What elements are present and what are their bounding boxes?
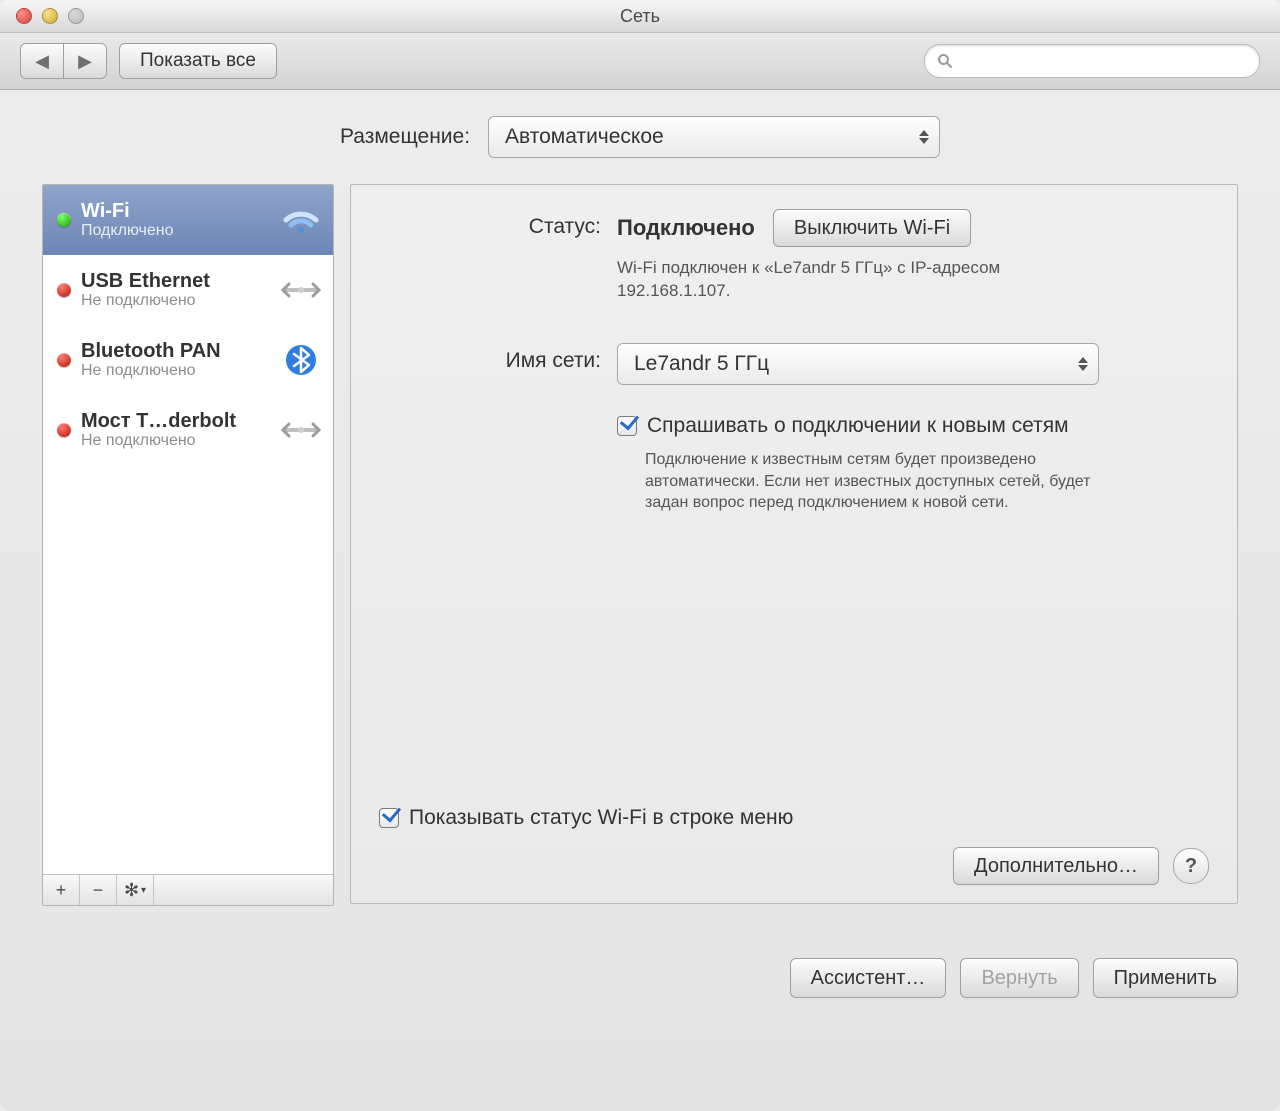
status-row: Статус: Подключено Выключить Wi-Fi Wi-Fi… [351, 209, 1209, 303]
popup-arrows-icon [1078, 357, 1088, 371]
search-field[interactable] [924, 44, 1260, 78]
ethernet-icon [281, 415, 321, 445]
service-row-bluetooth-pan[interactable]: Bluetooth PAN Не подключено [43, 325, 333, 395]
advanced-button[interactable]: Дополнительно… [953, 847, 1159, 885]
service-name: Wi-Fi [81, 200, 271, 222]
ethernet-icon [281, 275, 321, 305]
sidebar-button-bar: + − ✻▾ [43, 874, 333, 905]
status-label: Статус: [351, 209, 617, 239]
turn-wifi-off-button[interactable]: Выключить Wi-Fi [773, 209, 971, 247]
gear-icon: ✻ [124, 880, 139, 901]
columns: Wi-Fi Подключено [42, 184, 1238, 906]
service-status: Подключено [81, 222, 271, 240]
location-popup[interactable]: Автоматическое [488, 116, 940, 158]
bluetooth-icon [281, 345, 321, 375]
search-icon [937, 53, 953, 69]
window-title: Сеть [0, 6, 1280, 27]
apply-button[interactable]: Применить [1093, 958, 1238, 998]
ask-to-join-hint: Подключение к известным сетям будет прои… [645, 449, 1105, 514]
service-status: Не подключено [81, 432, 271, 450]
service-status: Не подключено [81, 292, 271, 310]
assistant-button[interactable]: Ассистент… [790, 958, 947, 998]
chevron-right-icon: ▶ [78, 51, 92, 72]
detail-panel: Статус: Подключено Выключить Wi-Fi Wi-Fi… [350, 184, 1238, 904]
ask-to-join-checkbox[interactable] [617, 416, 637, 436]
chevron-left-icon: ◀ [35, 51, 49, 72]
add-service-button[interactable]: + [43, 875, 80, 905]
chevron-down-icon: ▾ [141, 885, 146, 896]
location-label: Размещение: [340, 125, 470, 149]
status-value: Подключено [617, 215, 755, 241]
show-all-button[interactable]: Показать все [119, 43, 277, 79]
status-dot-icon [57, 283, 71, 297]
status-dot-icon [57, 423, 71, 437]
service-sidebar: Wi-Fi Подключено [42, 184, 334, 906]
service-list: Wi-Fi Подключено [43, 185, 333, 874]
toolbar: ◀ ▶ Показать все [0, 33, 1280, 90]
network-name-popup[interactable]: Le7andr 5 ГГц [617, 343, 1099, 385]
service-row-thunderbolt-bridge[interactable]: Мост T…derbolt Не подключено [43, 395, 333, 465]
status-dot-icon [57, 353, 71, 367]
service-name: USB Ethernet [81, 270, 271, 292]
action-menu-button[interactable]: ✻▾ [117, 875, 154, 905]
forward-button[interactable]: ▶ [63, 43, 107, 79]
status-dot-icon [57, 213, 71, 227]
network-prefs-window: Сеть ◀ ▶ Показать все Размещение: Автома… [0, 0, 1280, 1111]
ask-to-join-label: Спрашивать о подключении к новым сетям [647, 413, 1069, 439]
network-name-label: Имя сети: [351, 343, 617, 373]
footer: Ассистент… Вернуть Применить [0, 932, 1280, 998]
popup-arrows-icon [919, 130, 929, 144]
service-name: Мост T…derbolt [81, 410, 271, 432]
titlebar: Сеть [0, 0, 1280, 33]
show-in-menubar-label: Показывать статус Wi-Fi в строке меню [409, 805, 793, 831]
wifi-icon [281, 205, 321, 235]
status-description: Wi-Fi подключен к «Le7andr 5 ГГц» с IP-а… [617, 257, 1057, 303]
service-status: Не подключено [81, 362, 271, 380]
body: Размещение: Автоматическое Wi-Fi Подключ… [0, 90, 1280, 932]
help-button[interactable]: ? [1173, 848, 1209, 884]
revert-button[interactable]: Вернуть [960, 958, 1078, 998]
nav-segment: ◀ ▶ [20, 43, 107, 79]
location-value: Автоматическое [505, 125, 664, 149]
remove-service-button[interactable]: − [80, 875, 117, 905]
service-row-wifi[interactable]: Wi-Fi Подключено [43, 185, 333, 255]
location-row: Размещение: Автоматическое [42, 116, 1238, 158]
show-in-menubar-checkbox[interactable] [379, 808, 399, 828]
back-button[interactable]: ◀ [20, 43, 64, 79]
service-name: Bluetooth PAN [81, 340, 271, 362]
service-row-usb-ethernet[interactable]: USB Ethernet Не подключено [43, 255, 333, 325]
network-name-value: Le7andr 5 ГГц [634, 352, 769, 376]
network-name-row: Имя сети: Le7andr 5 ГГц Спрашивать о под… [351, 343, 1209, 514]
